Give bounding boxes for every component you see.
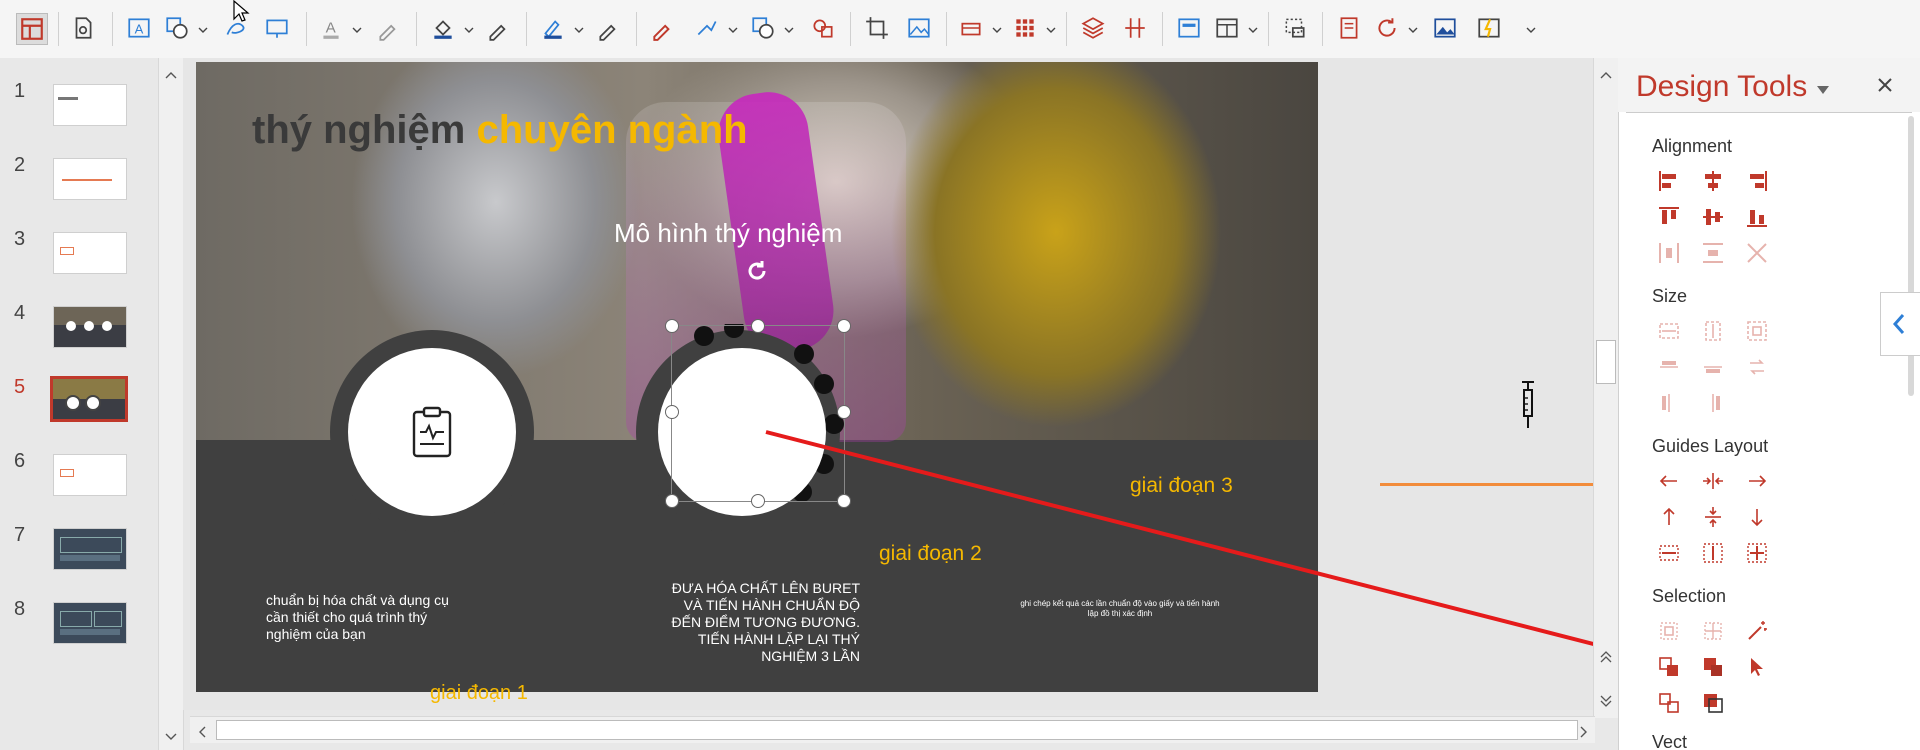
magic-wand-icon[interactable] <box>1744 618 1770 644</box>
section-selection: Selection <box>1652 586 1727 606</box>
section-guides-layout: Guides Layout <box>1652 436 1769 456</box>
scroll-thumb[interactable] <box>216 720 1578 740</box>
select-same-size-icon[interactable] <box>1700 618 1726 644</box>
panel-title: Design Tools <box>1636 70 1808 103</box>
canvas-horizontal-scrollbar[interactable] <box>190 716 1595 743</box>
same-height-icon[interactable] <box>1700 318 1726 344</box>
select-front-icon[interactable] <box>1700 654 1726 680</box>
pointer-icon[interactable] <box>1744 654 1770 680</box>
select-behind-icon[interactable] <box>1656 654 1682 680</box>
align-left-icon[interactable] <box>1656 168 1682 194</box>
stretch-height-right-icon[interactable] <box>1700 390 1726 416</box>
scroll-right-icon[interactable] <box>1580 725 1588 743</box>
align-right-icon[interactable] <box>1744 168 1770 194</box>
arrows-center-vertical-icon[interactable] <box>1700 504 1726 530</box>
prev-slide-icon[interactable] <box>1600 650 1612 668</box>
select-overlap-icon[interactable] <box>1656 690 1682 716</box>
panel-divider <box>1626 112 1912 113</box>
distribute-vertical-icon[interactable] <box>1700 240 1726 266</box>
select-layer-icon[interactable] <box>1700 690 1726 716</box>
scroll-thumb[interactable] <box>1596 340 1616 384</box>
next-slide-icon[interactable] <box>1600 694 1612 712</box>
section-size: Size <box>1652 286 1688 306</box>
scroll-up-icon[interactable] <box>1600 66 1612 84</box>
stretch-height-icon[interactable] <box>1656 390 1682 416</box>
same-width-icon[interactable] <box>1656 318 1682 344</box>
stretch-center-icon[interactable] <box>1700 354 1726 380</box>
align-middle-icon[interactable] <box>1700 204 1726 230</box>
arrow-right-icon[interactable] <box>1744 468 1770 494</box>
distribute-corners-icon[interactable] <box>1744 240 1770 266</box>
distribute-horizontal-icon[interactable] <box>1656 240 1682 266</box>
section-alignment: Alignment <box>1652 136 1733 156</box>
close-icon[interactable] <box>1876 76 1894 99</box>
arrows-center-horizontal-icon[interactable] <box>1700 468 1726 494</box>
scroll-left-icon[interactable] <box>198 725 206 743</box>
canvas-vertical-scrollbar[interactable] <box>1593 58 1618 718</box>
stretch-width-icon[interactable] <box>1656 354 1682 380</box>
guides-vertical-box-icon[interactable] <box>1700 540 1726 566</box>
guides-horizontal-box-icon[interactable] <box>1656 540 1682 566</box>
arrow-down-icon[interactable] <box>1744 504 1770 530</box>
section-vector: Vect <box>1652 732 1688 750</box>
align-bottom-icon[interactable] <box>1744 204 1770 230</box>
chevron-left-icon <box>1892 314 1905 334</box>
swap-size-icon[interactable] <box>1744 354 1770 380</box>
arrow-left-icon[interactable] <box>1656 468 1682 494</box>
panel-collapse-tab[interactable] <box>1880 292 1920 356</box>
align-top-icon[interactable] <box>1656 204 1682 230</box>
select-same-shape-icon[interactable] <box>1656 618 1682 644</box>
same-size-icon[interactable] <box>1744 318 1770 344</box>
panel-menu-chevron-icon[interactable] <box>1816 82 1830 100</box>
arrow-up-icon[interactable] <box>1656 504 1682 530</box>
guides-grid-icon[interactable] <box>1744 540 1770 566</box>
align-center-icon[interactable] <box>1700 168 1726 194</box>
